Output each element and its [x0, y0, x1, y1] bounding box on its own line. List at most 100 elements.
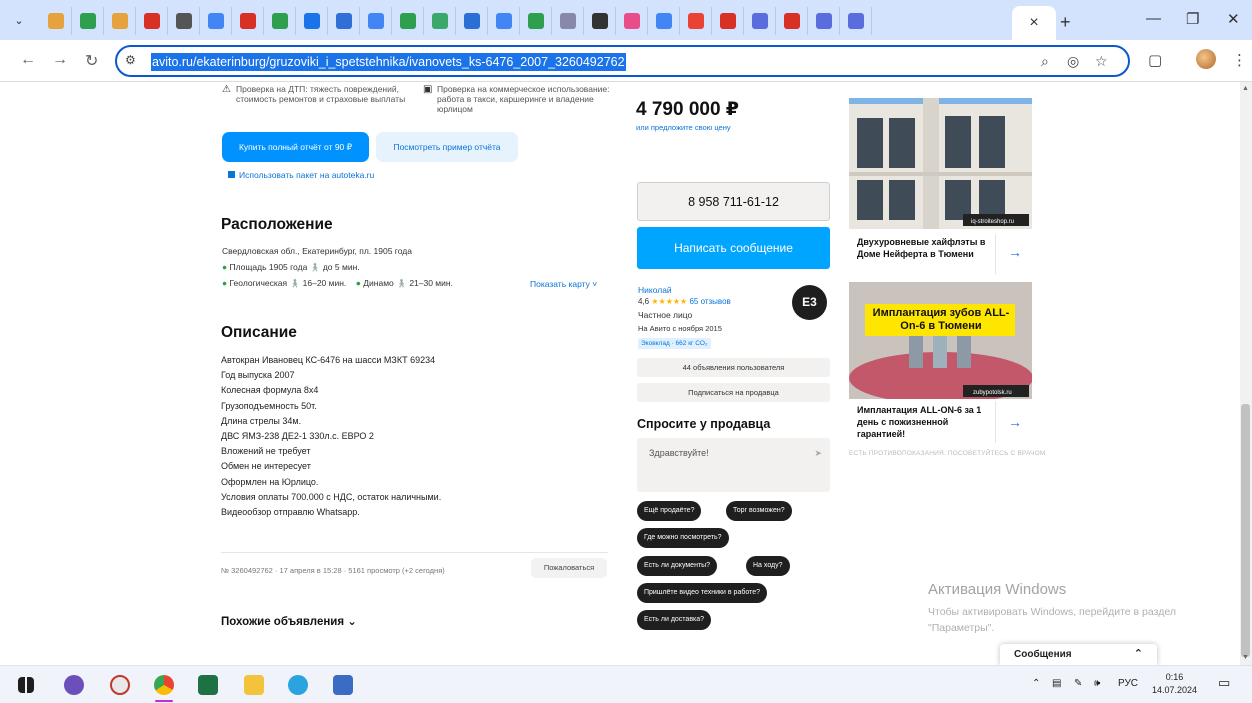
browser-tab[interactable]	[616, 7, 648, 35]
eye-off-icon[interactable]: ◎	[1067, 53, 1079, 70]
menu-icon[interactable]: ⋮	[1232, 51, 1247, 69]
browser-tab[interactable]	[552, 7, 584, 35]
write-message-button[interactable]: Написать сообщение	[637, 227, 830, 269]
complain-button[interactable]: Пожаловаться	[531, 558, 607, 578]
seller-ads-button[interactable]: 44 объявления пользователя	[637, 358, 830, 377]
scroll-down-icon[interactable]: ▼	[1242, 654, 1249, 661]
show-map-link[interactable]: Показать карту ˅	[530, 279, 597, 289]
url-text[interactable]: avito.ru/ekaterinburg/gruzoviki_i_spetst…	[151, 53, 626, 71]
browser-tab[interactable]	[808, 7, 840, 35]
browser-tab[interactable]	[328, 7, 360, 35]
arrow-right-icon[interactable]: →	[1008, 244, 1022, 260]
chrome-icon[interactable]	[154, 675, 174, 695]
browser-tab[interactable]	[200, 7, 232, 35]
description-line: Обмен не интересует	[221, 461, 311, 472]
send-icon[interactable]: ➤	[814, 448, 822, 459]
new-tab-button[interactable]: +	[1060, 12, 1071, 33]
ask-seller-input[interactable]: Здравствуйте! ➤	[637, 438, 830, 492]
scissors-app-icon[interactable]	[110, 675, 130, 695]
pen-icon[interactable]: ✎	[1074, 678, 1082, 689]
chevron-up-icon[interactable]: ⌃	[1134, 647, 1143, 660]
browser-tab[interactable]	[168, 7, 200, 35]
buy-report-button[interactable]: Купить полный отчёт от 90 ₽	[222, 132, 369, 162]
back-button[interactable]: ←	[20, 51, 36, 69]
quick-question-chip[interactable]: Торг возможен?	[726, 501, 792, 521]
browser-tab[interactable]	[104, 7, 136, 35]
eco-badge[interactable]: Эковклад · 662 кг CO₂	[638, 338, 711, 349]
offer-price-link[interactable]: или предложите свою цену	[636, 123, 731, 132]
reviews-link[interactable]: 65 отзывов	[689, 297, 730, 306]
subscribe-button[interactable]: Подписаться на продавца	[637, 383, 830, 402]
seller-avatar[interactable]: Е3	[792, 285, 827, 320]
browser-tab[interactable]	[40, 7, 72, 35]
quick-question-chip[interactable]: Есть ли документы?	[637, 556, 718, 576]
messages-panel[interactable]: Сообщения ⌃	[1000, 644, 1157, 665]
forward-button[interactable]: →	[52, 51, 68, 69]
arrow-right-icon[interactable]: →	[1008, 414, 1022, 430]
browser-tab[interactable]	[392, 7, 424, 35]
profile-avatar[interactable]	[1196, 49, 1216, 69]
active-tab[interactable]: ×	[1012, 6, 1056, 40]
restore-icon[interactable]: ❐	[1186, 10, 1199, 28]
browser-tab[interactable]	[360, 7, 392, 35]
reload-button[interactable]: ↻	[85, 51, 98, 71]
ad-card-apartments[interactable]: iq-stroiteshop.ru Двухуровневые хайфлэты…	[849, 98, 1032, 276]
phone-button[interactable]: 8 958 711-61-12	[637, 182, 830, 221]
quick-question-chip[interactable]: Есть ли доставка?	[637, 610, 712, 630]
browser-tab[interactable]	[840, 7, 872, 35]
clock[interactable]: 0:16 14.07.2024	[1152, 671, 1197, 697]
browser-tab[interactable]	[648, 7, 680, 35]
ad-title[interactable]: Имплантация ALL-ON-6 за 1 день с пожизне…	[857, 404, 992, 440]
autoteka-link[interactable]: Использовать пакет на autoteka.ru	[228, 170, 374, 180]
site-info-icon[interactable]: ⚙	[125, 53, 136, 67]
notepad-icon[interactable]	[333, 675, 353, 695]
browser-tab[interactable]	[712, 7, 744, 35]
telegram-icon[interactable]	[288, 675, 308, 695]
tab-favicon-icon	[591, 13, 608, 29]
seller-name-link[interactable]: Николай	[638, 285, 672, 295]
tab-close-icon[interactable]: ×	[1029, 14, 1038, 32]
browser-tab[interactable]	[456, 7, 488, 35]
quick-question-chip[interactable]: На ходу?	[746, 556, 790, 576]
browser-tab[interactable]	[680, 7, 712, 35]
similar-ads-toggle[interactable]: Похожие объявления ⌄	[221, 614, 357, 628]
address-bar[interactable]: ⚙ avito.ru/ekaterinburg/gruzoviki_i_spet…	[115, 45, 1130, 77]
browser-tab[interactable]	[296, 7, 328, 35]
ad-card-implants[interactable]: zubypotolsk.ru Имплантация зубов ALL-On-…	[849, 282, 1032, 447]
scroll-up-icon[interactable]: ▲	[1242, 85, 1249, 92]
zoom-icon[interactable]: ⌕	[1041, 53, 1049, 70]
sample-report-button[interactable]: Посмотреть пример отчёта	[376, 132, 518, 162]
browser-tab[interactable]	[584, 7, 616, 35]
browser-tab[interactable]	[520, 7, 552, 35]
browser-tab[interactable]	[488, 7, 520, 35]
bookmark-star-icon[interactable]: ☆	[1095, 53, 1108, 70]
quick-question-chip[interactable]: Ещё продаёте?	[637, 501, 702, 521]
browser-tab[interactable]	[776, 7, 808, 35]
excel-icon[interactable]	[198, 675, 218, 695]
notifications-icon[interactable]: ▭	[1218, 675, 1230, 691]
viber-icon[interactable]	[64, 675, 84, 695]
browser-tab[interactable]	[264, 7, 296, 35]
volume-icon[interactable]: 🕪︎	[1094, 678, 1100, 689]
seller-type: Частное лицо	[638, 310, 693, 320]
file-explorer-icon[interactable]	[244, 675, 264, 695]
browser-tab[interactable]	[232, 7, 264, 35]
browser-tab[interactable]	[72, 7, 104, 35]
start-windows-icon[interactable]	[18, 677, 34, 693]
quick-question-chip[interactable]: Пришлёте видео техники в работе?	[637, 583, 768, 603]
tab-search-chevron-down-icon[interactable]: ⌄	[8, 10, 30, 32]
walk-icon: 🚶︎	[289, 278, 301, 288]
scrollbar-thumb[interactable]	[1241, 404, 1250, 657]
browser-tab[interactable]	[136, 7, 168, 35]
extensions-icon[interactable]: ▢	[1148, 51, 1162, 69]
network-icon[interactable]: ▤	[1052, 678, 1061, 689]
browser-tab[interactable]	[424, 7, 456, 35]
ad-title[interactable]: Двухуровневые хайфлэты в Доме Нейферта в…	[857, 236, 992, 260]
language-indicator[interactable]: РУС	[1118, 678, 1138, 689]
close-window-icon[interactable]: ✕	[1227, 10, 1240, 28]
minimize-icon[interactable]: —	[1146, 10, 1161, 27]
quick-question-chip[interactable]: Где можно посмотреть?	[637, 528, 729, 548]
metro-time: до 5 мин.	[322, 262, 360, 272]
tray-chevron-up-icon[interactable]: ⌃	[1032, 678, 1040, 689]
browser-tab[interactable]	[744, 7, 776, 35]
